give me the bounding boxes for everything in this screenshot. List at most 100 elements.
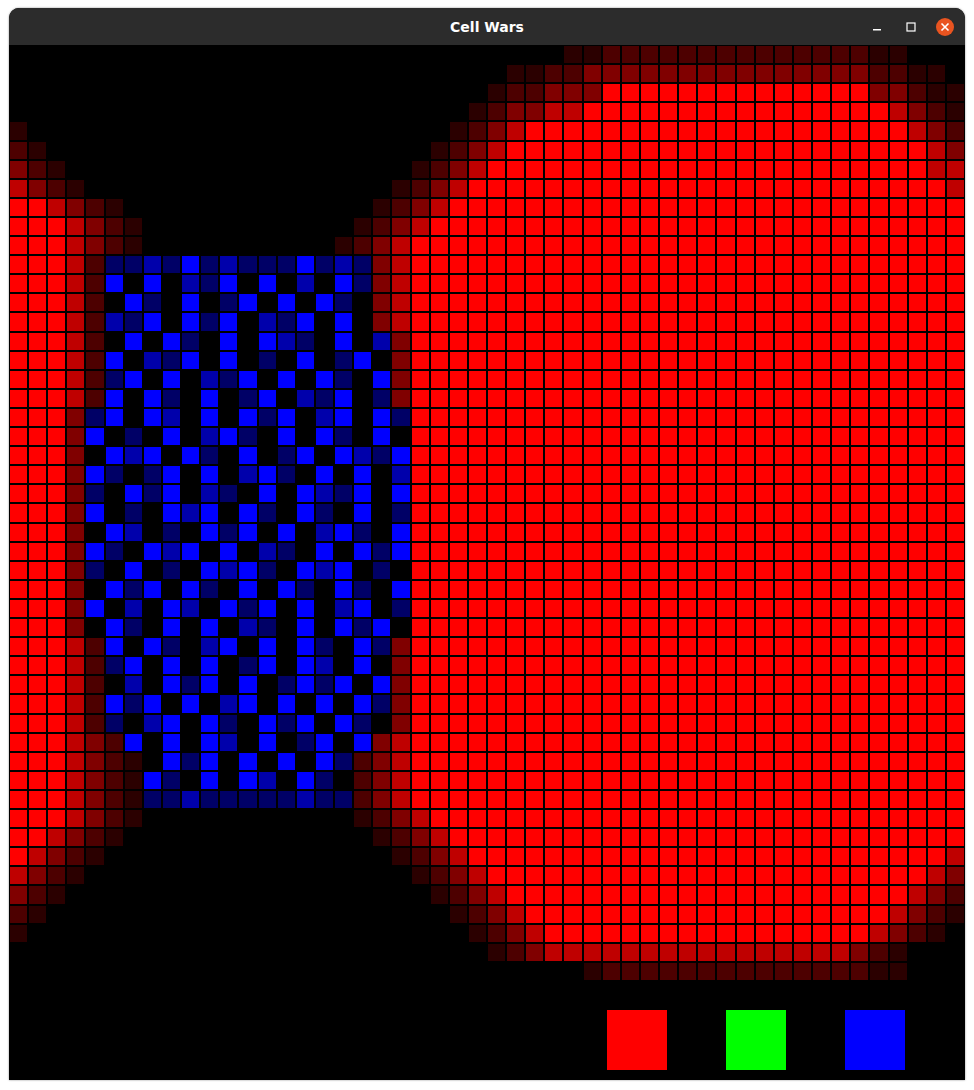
board-cell[interactable] [890, 428, 907, 445]
board-cell[interactable] [641, 218, 658, 235]
board-cell[interactable] [412, 294, 429, 311]
board-cell[interactable] [622, 390, 639, 407]
board-cell[interactable] [870, 333, 887, 350]
board-cell[interactable] [737, 313, 754, 330]
board-cell[interactable] [890, 695, 907, 712]
board-cell[interactable] [851, 562, 868, 579]
board-cell[interactable] [106, 715, 123, 732]
board-cell[interactable] [259, 734, 276, 751]
board-cell[interactable] [86, 46, 103, 63]
board-cell[interactable] [603, 333, 620, 350]
board-cell[interactable] [641, 428, 658, 445]
board-cell[interactable] [507, 46, 524, 63]
board-cell[interactable] [641, 103, 658, 120]
board-cell[interactable] [526, 524, 543, 541]
board-cell[interactable] [584, 562, 601, 579]
board-cell[interactable] [86, 676, 103, 693]
board-cell[interactable] [870, 657, 887, 674]
board-cell[interactable] [526, 352, 543, 369]
board-cell[interactable] [622, 409, 639, 426]
board-cell[interactable] [545, 333, 562, 350]
board-cell[interactable] [526, 275, 543, 292]
board-cell[interactable] [10, 772, 27, 789]
board-cell[interactable] [259, 638, 276, 655]
board-cell[interactable] [106, 142, 123, 159]
board-cell[interactable] [392, 256, 409, 273]
board-cell[interactable] [182, 142, 199, 159]
board-cell[interactable] [163, 333, 180, 350]
board-cell[interactable] [641, 294, 658, 311]
board-cell[interactable] [641, 715, 658, 732]
board-cell[interactable] [412, 485, 429, 502]
board-cell[interactable] [603, 485, 620, 502]
board-cell[interactable] [163, 122, 180, 139]
board-cell[interactable] [278, 333, 295, 350]
board-cell[interactable] [182, 103, 199, 120]
board-cell[interactable] [163, 676, 180, 693]
board-cell[interactable] [851, 409, 868, 426]
board-cell[interactable] [584, 122, 601, 139]
board-cell[interactable] [182, 180, 199, 197]
board-cell[interactable] [909, 734, 926, 751]
board-cell[interactable] [220, 485, 237, 502]
board-cell[interactable] [431, 390, 448, 407]
board-cell[interactable] [909, 619, 926, 636]
board-cell[interactable] [86, 237, 103, 254]
board-cell[interactable] [870, 772, 887, 789]
board-cell[interactable] [717, 313, 734, 330]
game-board[interactable] [9, 45, 965, 1000]
board-cell[interactable] [851, 772, 868, 789]
board-cell[interactable] [412, 562, 429, 579]
board-cell[interactable] [450, 657, 467, 674]
board-cell[interactable] [909, 657, 926, 674]
board-cell[interactable] [622, 772, 639, 789]
board-cell[interactable] [297, 772, 314, 789]
board-cell[interactable] [584, 199, 601, 216]
board-cell[interactable] [392, 485, 409, 502]
board-cell[interactable] [717, 218, 734, 235]
board-cell[interactable] [584, 352, 601, 369]
board-cell[interactable] [144, 294, 161, 311]
board-cell[interactable] [737, 46, 754, 63]
board-cell[interactable] [832, 753, 849, 770]
board-cell[interactable] [660, 256, 677, 273]
board-cell[interactable] [125, 715, 142, 732]
board-cell[interactable] [297, 791, 314, 808]
board-cell[interactable] [947, 638, 964, 655]
board-cell[interactable] [392, 695, 409, 712]
board-cell[interactable] [125, 180, 142, 197]
board-cell[interactable] [526, 734, 543, 751]
board-cell[interactable] [297, 46, 314, 63]
board-cell[interactable] [660, 218, 677, 235]
board-cell[interactable] [698, 313, 715, 330]
board-cell[interactable] [564, 256, 581, 273]
board-cell[interactable] [412, 218, 429, 235]
board-cell[interactable] [373, 180, 390, 197]
board-cell[interactable] [507, 237, 524, 254]
board-cell[interactable] [431, 103, 448, 120]
board-cell[interactable] [373, 657, 390, 674]
board-cell[interactable] [297, 676, 314, 693]
board-cell[interactable] [603, 237, 620, 254]
board-cell[interactable] [354, 695, 371, 712]
board-cell[interactable] [775, 428, 792, 445]
board-cell[interactable] [412, 753, 429, 770]
board-cell[interactable] [641, 256, 658, 273]
board-cell[interactable] [182, 657, 199, 674]
board-cell[interactable] [679, 524, 696, 541]
board-cell[interactable] [660, 715, 677, 732]
board-cell[interactable] [106, 562, 123, 579]
board-cell[interactable] [717, 715, 734, 732]
board-cell[interactable] [431, 352, 448, 369]
board-cell[interactable] [851, 428, 868, 445]
board-cell[interactable] [144, 390, 161, 407]
board-cell[interactable] [641, 237, 658, 254]
board-cell[interactable] [335, 275, 352, 292]
board-cell[interactable] [775, 562, 792, 579]
board-cell[interactable] [278, 161, 295, 178]
board-cell[interactable] [10, 390, 27, 407]
board-cell[interactable] [278, 84, 295, 101]
board-cell[interactable] [564, 122, 581, 139]
board-cell[interactable] [737, 294, 754, 311]
board-cell[interactable] [870, 715, 887, 732]
